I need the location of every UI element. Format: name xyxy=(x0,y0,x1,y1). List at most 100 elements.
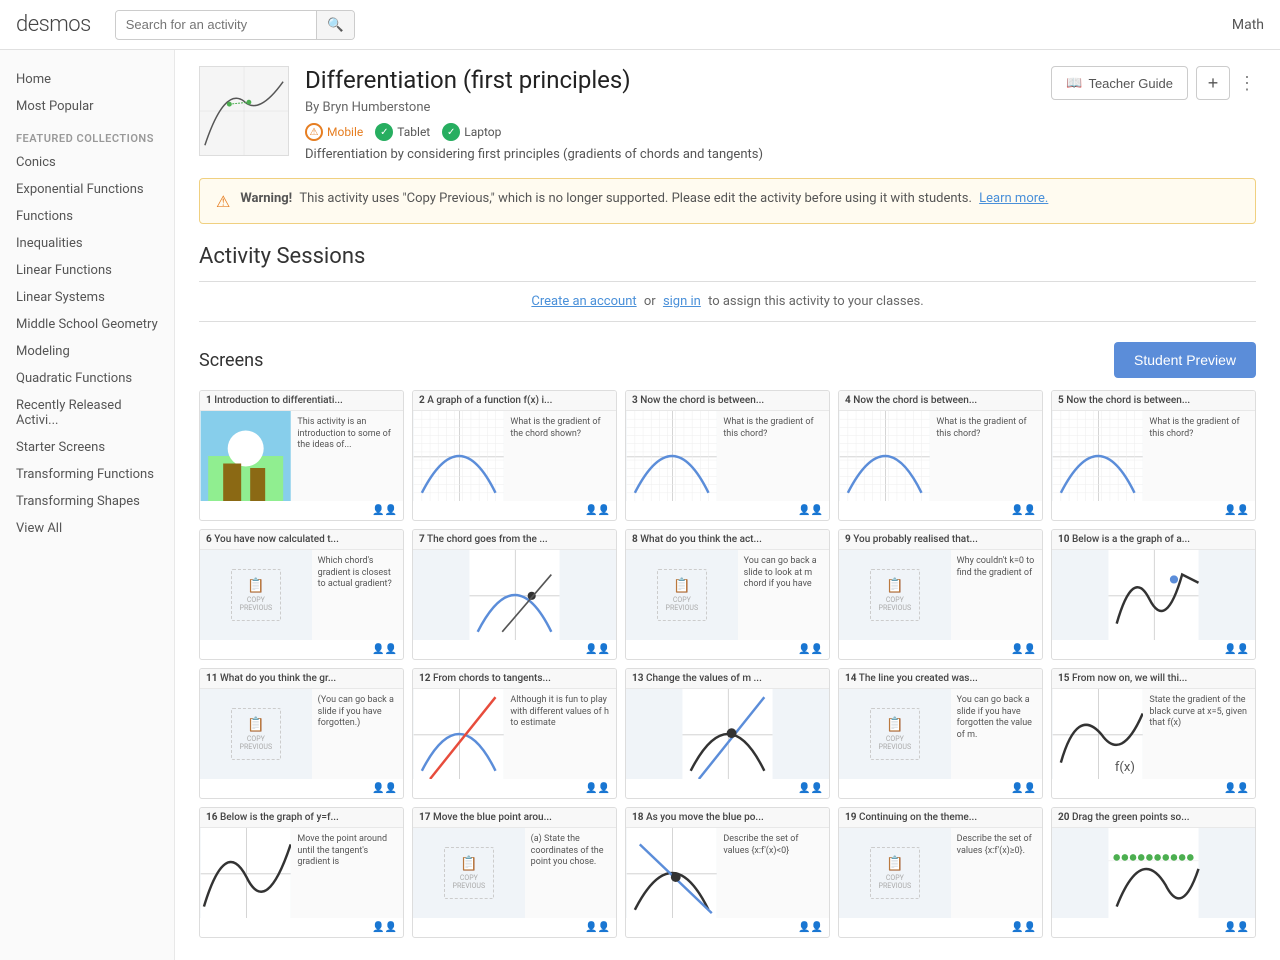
screen-card[interactable]: 12 From chords to tangents... Although i… xyxy=(412,668,617,799)
screen-card-body: Describe the set of values {x:f'(x)<0} xyxy=(626,828,829,918)
screen-card-title: 12 From chords to tangents... xyxy=(413,669,616,689)
sidebar: Home Most Popular FEATURED COLLECTIONS C… xyxy=(0,50,175,960)
tablet-check-icon: ✓ xyxy=(375,123,393,141)
more-options-button[interactable]: ⋮ xyxy=(1238,73,1256,94)
screen-card[interactable]: 19 Continuing on the theme... 📋COPYPREVI… xyxy=(838,807,1043,938)
screen-card-body xyxy=(1052,550,1255,640)
create-account-link[interactable]: Create an account xyxy=(531,294,636,309)
screen-card[interactable]: 18 As you move the blue po... Describe t… xyxy=(625,807,830,938)
screen-card-title: 17 Move the blue point arou... xyxy=(413,808,616,828)
screen-card-body: 📋COPYPREVIOUS (a) State the coordinates … xyxy=(413,828,616,918)
sign-in-link[interactable]: sign in xyxy=(663,294,701,309)
student-preview-button[interactable]: Student Preview xyxy=(1114,342,1256,378)
screen-card-title: 19 Continuing on the theme... xyxy=(839,808,1042,828)
screen-card[interactable]: 10 Below is a the graph of a... 👤👤 xyxy=(1051,529,1256,660)
sidebar-item-view-all[interactable]: View All xyxy=(0,515,174,542)
badge-laptop: ✓ Laptop xyxy=(442,123,501,141)
screen-card-desc: Why couldn't k=0 to find the gradient of xyxy=(951,550,1042,640)
search-button[interactable]: 🔍 xyxy=(316,11,354,39)
screen-card-title: 1 Introduction to differentiati... xyxy=(200,391,403,411)
screen-card-body: What is the gradient of the chord shown? xyxy=(413,411,616,501)
screen-card[interactable]: 8 What do you think the act... 📋COPYPREV… xyxy=(625,529,830,660)
screen-card-desc: Describe the set of values {x:f'(x)<0} xyxy=(717,828,829,918)
screen-card[interactable]: 1 Introduction to differentiati... This … xyxy=(199,390,404,521)
sidebar-item-transforming-shapes[interactable]: Transforming Shapes xyxy=(0,488,174,515)
people-icon: 👤👤 xyxy=(798,783,823,794)
screen-card-desc: (You can go back a slide if you have for… xyxy=(312,689,403,779)
people-icon: 👤👤 xyxy=(585,505,610,516)
screen-card-body xyxy=(413,550,616,640)
screen-card[interactable]: 2 A graph of a function f(x) i... What i… xyxy=(412,390,617,521)
sidebar-item-functions[interactable]: Functions xyxy=(0,203,174,230)
activity-description: Differentiation by considering first pri… xyxy=(305,147,1035,162)
screen-card[interactable]: 14 The line you created was... 📋COPYPREV… xyxy=(838,668,1043,799)
learn-more-link[interactable]: Learn more. xyxy=(979,191,1048,206)
activity-actions: 📖 Teacher Guide + ⋮ xyxy=(1051,66,1256,100)
people-icon: 👤👤 xyxy=(372,922,397,933)
screen-card[interactable]: 16 Below is the graph of y=f... Move the… xyxy=(199,807,404,938)
screen-card-footer: 👤👤 xyxy=(1052,501,1255,520)
screen-card[interactable]: 15 From now on, we will thi... f(x) Stat… xyxy=(1051,668,1256,799)
screen-card-desc: This activity is an introduction to some… xyxy=(291,411,403,501)
people-icon: 👤👤 xyxy=(372,505,397,516)
screen-card-body: f(x) State the gradient of the black cur… xyxy=(1052,689,1255,779)
people-icon: 👤👤 xyxy=(585,922,610,933)
screen-card-body: 📋COPYPREVIOUS You can go back a slide to… xyxy=(626,550,829,640)
screen-card-preview xyxy=(1052,411,1143,501)
screen-card-footer: 👤👤 xyxy=(1052,640,1255,659)
screen-card[interactable]: 20 Drag the green points so... 👤👤 xyxy=(1051,807,1256,938)
people-icon: 👤👤 xyxy=(372,783,397,794)
warning-text: Warning! This activity uses "Copy Previo… xyxy=(240,191,1048,206)
screen-card-desc: What is the gradient of this chord? xyxy=(717,411,829,501)
sidebar-item-inequalities[interactable]: Inequalities xyxy=(0,230,174,257)
screen-card-title: 8 What do you think the act... xyxy=(626,530,829,550)
screen-card-preview xyxy=(413,411,504,501)
sidebar-item-transforming-functions[interactable]: Transforming Functions xyxy=(0,461,174,488)
screen-card[interactable]: 4 Now the chord is between... What is th… xyxy=(838,390,1043,521)
screen-card-body: What is the gradient of this chord? xyxy=(1052,411,1255,501)
people-icon: 👤👤 xyxy=(798,922,823,933)
screen-card-footer: 👤👤 xyxy=(1052,918,1255,937)
screen-card-preview xyxy=(1052,828,1255,918)
activity-info: Differentiation (first principles) By Br… xyxy=(305,66,1035,162)
add-button[interactable]: + xyxy=(1196,66,1230,100)
screen-card[interactable]: 6 You have now calculated t... 📋COPYPREV… xyxy=(199,529,404,660)
sidebar-item-modeling[interactable]: Modeling xyxy=(0,338,174,365)
screen-card-body: Move the point around until the tangent'… xyxy=(200,828,403,918)
screen-card[interactable]: 3 Now the chord is between... What is th… xyxy=(625,390,830,521)
screen-card-title: 16 Below is the graph of y=f... xyxy=(200,808,403,828)
sidebar-featured-label: FEATURED COLLECTIONS xyxy=(0,120,174,149)
screen-card-preview: 📋COPYPREVIOUS xyxy=(200,550,312,640)
sidebar-item-conics[interactable]: Conics xyxy=(0,149,174,176)
sidebar-item-quadratic[interactable]: Quadratic Functions xyxy=(0,365,174,392)
screen-card-title: 9 You probably realised that... xyxy=(839,530,1042,550)
screen-card[interactable]: 11 What do you think the gr... 📋COPYPREV… xyxy=(199,668,404,799)
screen-card-desc: You can go back a slide to look at m cho… xyxy=(738,550,829,640)
screen-card-body xyxy=(626,689,829,779)
sidebar-item-recently-released[interactable]: Recently Released Activi... xyxy=(0,392,174,434)
screen-card[interactable]: 13 Change the values of m ... 👤👤 xyxy=(625,668,830,799)
activity-title: Differentiation (first principles) xyxy=(305,66,1035,94)
screen-card-footer: 👤👤 xyxy=(413,918,616,937)
screen-card-footer: 👤👤 xyxy=(839,918,1042,937)
sidebar-item-middle-school[interactable]: Middle School Geometry xyxy=(0,311,174,338)
screen-card[interactable]: 7 The chord goes from the ... 👤👤 xyxy=(412,529,617,660)
content-area: Differentiation (first principles) By Br… xyxy=(175,50,1280,960)
screen-card-title: 4 Now the chord is between... xyxy=(839,391,1042,411)
sidebar-item-starter-screens[interactable]: Starter Screens xyxy=(0,434,174,461)
sidebar-item-linear-systems[interactable]: Linear Systems xyxy=(0,284,174,311)
sidebar-item-most-popular[interactable]: Most Popular xyxy=(0,93,174,120)
sidebar-item-linear-functions[interactable]: Linear Functions xyxy=(0,257,174,284)
screen-card[interactable]: 9 You probably realised that... 📋COPYPRE… xyxy=(838,529,1043,660)
screen-card[interactable]: 5 Now the chord is between... What is th… xyxy=(1051,390,1256,521)
book-icon: 📖 xyxy=(1066,75,1082,91)
screen-card[interactable]: 17 Move the blue point arou... 📋COPYPREV… xyxy=(412,807,617,938)
search-input[interactable] xyxy=(116,11,316,38)
sidebar-item-exponential[interactable]: Exponential Functions xyxy=(0,176,174,203)
teacher-guide-button[interactable]: 📖 Teacher Guide xyxy=(1051,66,1188,100)
sidebar-item-home[interactable]: Home xyxy=(0,66,174,93)
people-icon: 👤👤 xyxy=(585,644,610,655)
warning-banner: ⚠ Warning! This activity uses "Copy Prev… xyxy=(199,178,1256,224)
people-icon: 👤👤 xyxy=(1011,644,1036,655)
search-container: 🔍 xyxy=(115,10,355,40)
